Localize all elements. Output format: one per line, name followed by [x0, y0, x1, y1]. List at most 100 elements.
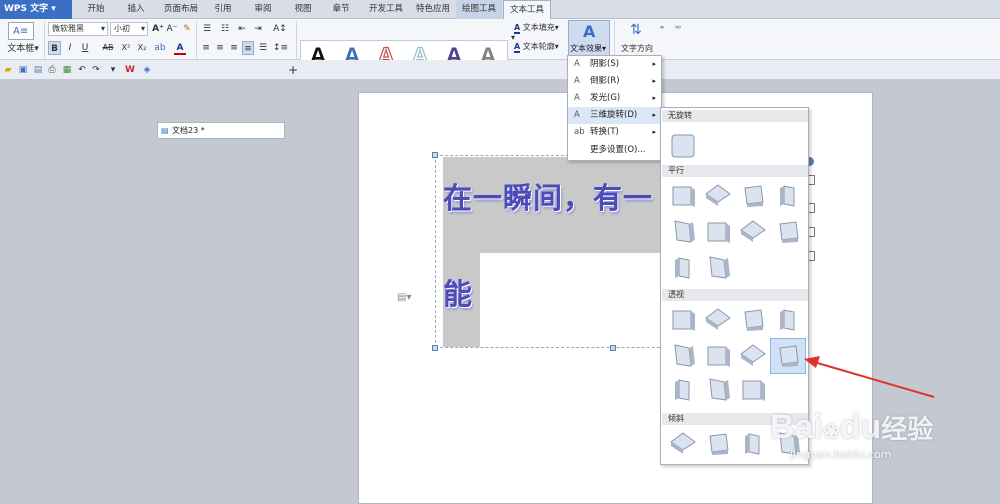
- text-spacing-icon[interactable]: A↕: [272, 22, 288, 36]
- preview-icon[interactable]: ▦: [61, 63, 73, 77]
- tab-view[interactable]: 视图: [288, 0, 318, 19]
- tab-review[interactable]: 审阅: [248, 0, 278, 19]
- 3d-rotation-preset[interactable]: [739, 376, 767, 404]
- underline-button[interactable]: U: [79, 41, 91, 55]
- text-effects-icon: A: [583, 22, 596, 41]
- wps-icon[interactable]: W: [124, 63, 136, 77]
- menu-label: 三维旋转(D): [590, 110, 638, 120]
- shadow-icon: A: [574, 59, 580, 69]
- align-left-icon[interactable]: ≡: [200, 41, 212, 55]
- tab-references[interactable]: 引用: [208, 0, 238, 19]
- menu-item-transform[interactable]: ab 转换(T) ▸: [568, 124, 661, 141]
- reflection-icon: A: [574, 76, 580, 86]
- print-icon[interactable]: ⎙: [46, 63, 58, 77]
- cube-icon[interactable]: ◈: [141, 63, 153, 77]
- bold-button[interactable]: B: [48, 41, 61, 55]
- strikethrough-button[interactable]: AB: [100, 41, 116, 55]
- app-menu-button[interactable]: WPS 文字 ▾: [0, 0, 72, 19]
- resize-handle[interactable]: [610, 345, 616, 351]
- font-size-select[interactable]: 小初 ▾: [110, 22, 148, 36]
- 3d-rotation-preset[interactable]: [774, 306, 802, 334]
- customize-dropdown-icon[interactable]: ▾: [108, 63, 118, 77]
- tab-home[interactable]: 开始: [78, 0, 114, 19]
- redo-icon[interactable]: ↷: [90, 63, 102, 77]
- 3d-rotation-preset[interactable]: [774, 218, 802, 246]
- 3d-rotation-preset[interactable]: [704, 218, 732, 246]
- menu-item-3d-rotation[interactable]: A 三维旋转(D) ▸: [568, 107, 661, 124]
- resize-handle[interactable]: [432, 152, 438, 158]
- align-center-icon[interactable]: ≡: [214, 41, 226, 55]
- decrease-indent-icon[interactable]: ⇤: [236, 22, 248, 36]
- ribbon: A≡ 文本框▾ 微软雅黑 ▾ 小初 ▾ A⁺ A⁻ ✎ B I U AB X² X₂…: [0, 19, 1000, 74]
- 3d-rotation-preset[interactable]: [669, 306, 697, 334]
- 3d-rotation-preset[interactable]: [704, 342, 732, 370]
- font-color-icon[interactable]: A: [174, 41, 186, 55]
- numbering-icon[interactable]: ☷: [218, 22, 232, 36]
- subscript-button[interactable]: X₂: [136, 41, 148, 55]
- font-size-value: 小初: [114, 24, 130, 33]
- highlight-icon[interactable]: ab: [154, 41, 166, 55]
- clear-format-icon[interactable]: ✎: [181, 22, 193, 36]
- shrink-font-icon[interactable]: A⁻: [166, 22, 178, 36]
- 3d-rotation-preset[interactable]: [704, 182, 732, 210]
- tab-features[interactable]: 特色应用: [411, 0, 455, 19]
- superscript-button[interactable]: X²: [120, 41, 132, 55]
- justify-icon[interactable]: ≡: [242, 41, 254, 55]
- distribute-icon[interactable]: ☰: [257, 41, 269, 55]
- menu-item-reflection[interactable]: A 倒影(R) ▸: [568, 73, 661, 90]
- open-icon[interactable]: ▰: [2, 63, 14, 77]
- text-direction-button[interactable]: 文字方向: [619, 42, 655, 56]
- increase-indent-icon[interactable]: ⇥: [252, 22, 264, 36]
- 3d-rotation-preset[interactable]: [669, 132, 697, 160]
- 3d-rotation-preset[interactable]: [739, 430, 767, 458]
- tab-page-layout[interactable]: 页面布局: [158, 0, 204, 19]
- text-fill-button[interactable]: A 文本填充▾: [514, 21, 568, 35]
- menu-item-glow[interactable]: A 发光(G) ▸: [568, 90, 661, 107]
- headline-text-line2[interactable]: 能: [443, 271, 472, 313]
- menu-item-more-settings[interactable]: 更多设置(O)...: [568, 142, 661, 159]
- 3d-rotation-preset[interactable]: [704, 430, 732, 458]
- tab-insert[interactable]: 插入: [118, 0, 154, 19]
- unlink-icon[interactable]: ⚮: [672, 21, 684, 35]
- 3d-rotation-preset[interactable]: [739, 306, 767, 334]
- text-outline-button[interactable]: A 文本轮廓▾: [514, 40, 568, 54]
- submenu-arrow-icon: ▸: [652, 60, 656, 68]
- undo-icon[interactable]: ↶: [76, 63, 88, 77]
- link-icon[interactable]: ⚭: [656, 21, 668, 35]
- save-as-icon[interactable]: ▤: [32, 63, 44, 77]
- 3d-rotation-preset[interactable]: [704, 376, 732, 404]
- 3d-rotation-preset[interactable]: [669, 376, 697, 404]
- 3d-rotation-preset[interactable]: [704, 254, 732, 282]
- 3d-rotation-preset[interactable]: [739, 342, 767, 370]
- 3d-rotation-preset[interactable]: [704, 306, 732, 334]
- tab-text-tools[interactable]: 文本工具: [503, 0, 551, 20]
- grow-font-icon[interactable]: A⁺: [152, 22, 164, 36]
- 3d-rotation-preset[interactable]: [774, 182, 802, 210]
- 3d-rotation-preset[interactable]: [669, 342, 697, 370]
- 3d-rotation-preset[interactable]: [739, 182, 767, 210]
- tab-developer[interactable]: 开发工具: [364, 0, 408, 19]
- 3d-rotation-preset[interactable]: [739, 218, 767, 246]
- resize-handle[interactable]: [432, 345, 438, 351]
- line-spacing-icon[interactable]: ↕≡: [273, 41, 288, 55]
- bullets-icon[interactable]: ☰: [200, 22, 214, 36]
- text-effects-button[interactable]: A 文本效果▾: [568, 20, 610, 56]
- tab-drawing-tools[interactable]: 绘图工具: [456, 0, 502, 19]
- 3d-rotation-preset[interactable]: [669, 182, 697, 210]
- tab-chapter[interactable]: 章节: [326, 0, 356, 19]
- new-tab-icon[interactable]: +: [287, 63, 299, 77]
- 3d-rotation-preset[interactable]: [669, 218, 697, 246]
- menu-label: 转换(T): [590, 127, 619, 137]
- headline-text-line1[interactable]: 在一瞬间，有一: [443, 175, 653, 217]
- 3d-rotation-preset[interactable]: [669, 254, 697, 282]
- 3d-rotation-preset[interactable]: [774, 342, 802, 370]
- 3d-rotation-preset[interactable]: [669, 430, 697, 458]
- save-icon[interactable]: ▣: [17, 63, 29, 77]
- font-name-select[interactable]: 微软雅黑 ▾: [48, 22, 108, 36]
- textbox-button[interactable]: 文本框▾: [2, 42, 44, 56]
- italic-button[interactable]: I: [64, 41, 76, 55]
- menu-item-shadow[interactable]: A 阴影(S) ▸: [568, 56, 661, 73]
- paragraph-anchor-icon[interactable]: ▤▾: [397, 292, 411, 303]
- align-right-icon[interactable]: ≡: [228, 41, 240, 55]
- document-tab[interactable]: ▤ 文档23 *: [157, 122, 285, 139]
